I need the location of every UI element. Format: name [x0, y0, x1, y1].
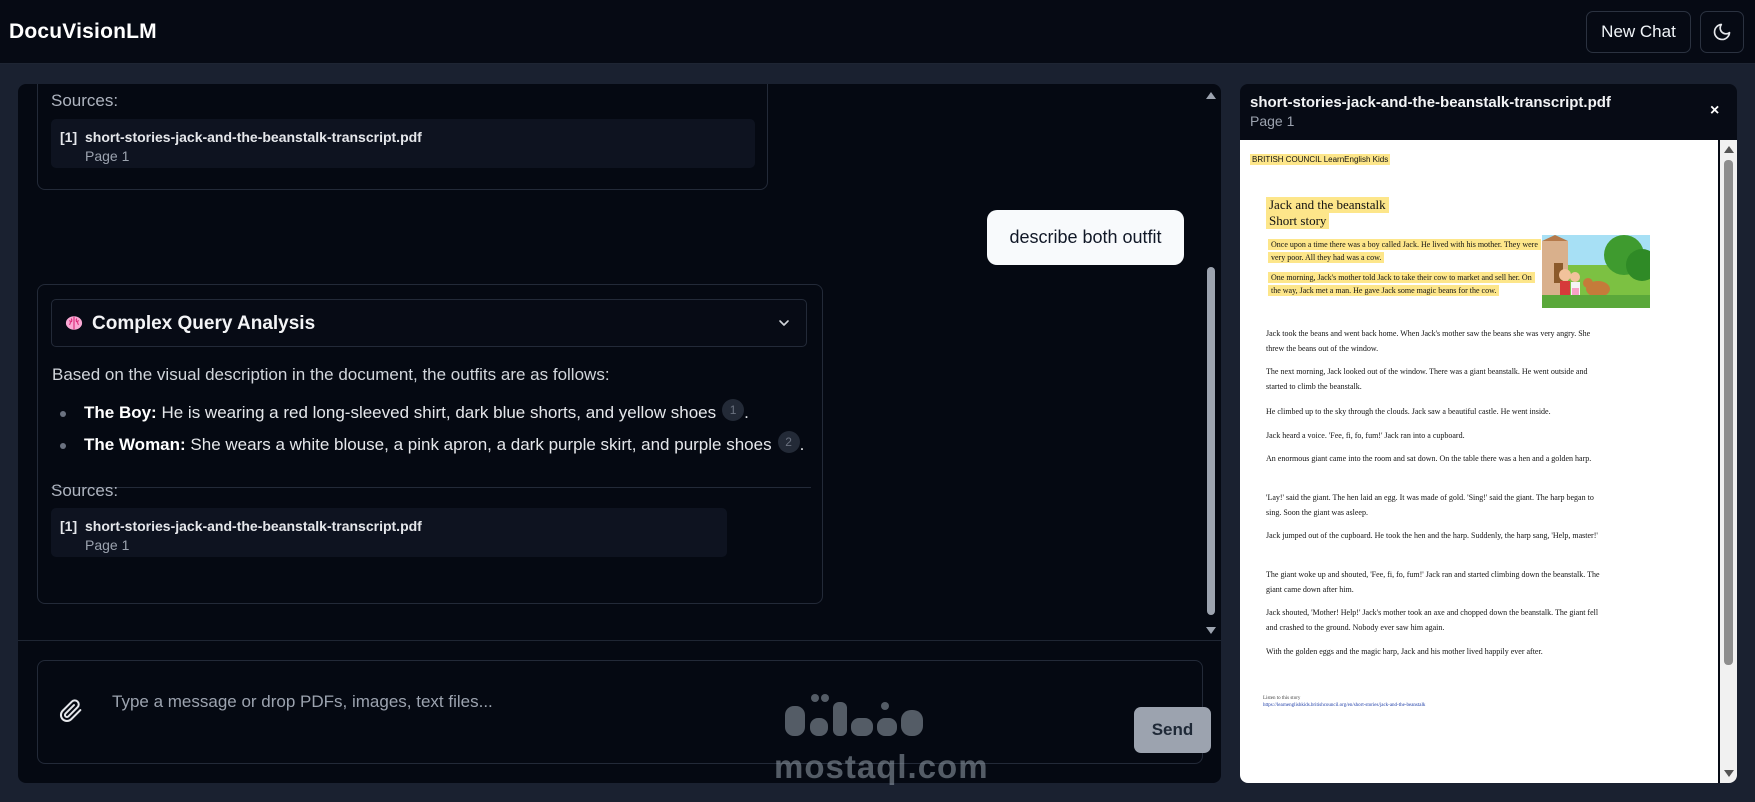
divider [51, 487, 811, 488]
chat-messages: Sources: [1] short-stories-jack-and-the-… [18, 84, 1201, 640]
previous-assistant-card: Sources: [1] short-stories-jack-and-the-… [37, 84, 768, 190]
source-page: Page 1 [85, 148, 130, 164]
query-analysis-title: Complex Query Analysis [92, 313, 316, 334]
pdf-subtitle-line: Short story [1266, 213, 1330, 229]
pdf-paragraph: The giant woke up and shouted, 'Fee, fi,… [1266, 570, 1600, 594]
pdf-paragraph: Jack shouted, 'Mother! Help!' Jack's mot… [1266, 608, 1599, 632]
item-end: . [799, 435, 805, 454]
preview-scrollbar[interactable] [1720, 140, 1737, 783]
pdf-paragraph: 'Lay!' said the giant. The hen laid an e… [1266, 493, 1594, 517]
source-item[interactable]: [1] short-stories-jack-and-the-beanstalk… [51, 508, 727, 557]
preview-file-name: short-stories-jack-and-the-beanstalk-tra… [1250, 94, 1611, 111]
bullet-dot [60, 411, 66, 417]
scroll-up-arrow[interactable] [1206, 92, 1216, 99]
highlight-text: Once upon a time there was a boy called … [1268, 239, 1541, 263]
assistant-response-card: Complex Query Analysis Based on the visu… [37, 284, 823, 604]
app-header: DocuVisionLM New Chat [0, 0, 1755, 64]
item-label: The Woman: [84, 435, 186, 454]
pdf-footer-label: Listen to this story [1263, 696, 1301, 701]
bullet-dot [60, 443, 66, 449]
pdf-paragraph: He climbed up to the sky through the clo… [1266, 407, 1551, 416]
pdf-paragraph: Jack jumped out of the cupboard. He took… [1266, 531, 1598, 540]
pdf-footer: Listen to this story https://learnenglis… [1263, 695, 1425, 709]
citation-badge[interactable]: 2 [777, 431, 800, 453]
item-text: He is wearing a red long-sleeved shirt, … [156, 403, 717, 422]
chat-scrollbar[interactable] [1203, 84, 1219, 640]
citation-badge[interactable]: 1 [722, 399, 745, 421]
pdf-highlighted-paragraph: One morning, Jack's mother told Jack to … [1268, 271, 1538, 297]
response-intro: Based on the visual description in the d… [52, 365, 610, 384]
scroll-down-arrow[interactable] [1724, 770, 1734, 777]
new-chat-button[interactable]: New Chat [1586, 11, 1691, 53]
theme-toggle-button[interactable] [1700, 11, 1744, 53]
scroll-thumb[interactable] [1207, 267, 1215, 615]
pdf-paragraph: Jack took the beans and went back home. … [1266, 329, 1591, 353]
user-message: describe both outfit [987, 210, 1184, 265]
brain-icon [65, 316, 83, 330]
send-button[interactable]: Send [1134, 707, 1211, 753]
source-item[interactable]: [1] short-stories-jack-and-the-beanstalk… [51, 119, 755, 168]
pdf-paragraph: Jack heard a voice. 'Fee, fi, fo, fum!' … [1266, 431, 1465, 440]
document-preview-panel: short-stories-jack-and-the-beanstalk-tra… [1240, 84, 1737, 783]
pdf-title-line: Jack and the beanstalk [1266, 197, 1389, 213]
moon-icon [1713, 23, 1731, 41]
scroll-thumb[interactable] [1724, 160, 1733, 665]
source-number: [1] [60, 518, 78, 534]
pdf-paragraph: An enormous giant came into the room and… [1266, 454, 1592, 463]
item-text: She wears a white blouse, a pink apron, … [185, 435, 772, 454]
highlight-text: One morning, Jack's mother told Jack to … [1268, 272, 1535, 296]
item-label: The Boy: [84, 403, 157, 422]
close-preview-button[interactable]: × [1710, 102, 1719, 120]
scroll-up-arrow[interactable] [1724, 146, 1734, 153]
preview-page-label: Page 1 [1250, 113, 1295, 129]
pdf-paragraph: The next morning, Jack looked out of the… [1266, 367, 1588, 391]
app-title: DocuVisionLM [9, 20, 157, 43]
pdf-title: Jack and the beanstalk Short story [1266, 197, 1389, 229]
outfit-item-woman: The Woman: She wears a white blouse, a p… [84, 431, 804, 455]
chat-panel: Sources: [1] short-stories-jack-and-the-… [18, 84, 1221, 783]
composer-divider [18, 640, 1221, 641]
outfit-item-boy: The Boy: He is wearing a red long-sleeve… [84, 399, 749, 423]
pdf-paragraph: With the golden eggs and the magic harp,… [1266, 647, 1543, 656]
source-file-name: short-stories-jack-and-the-beanstalk-tra… [85, 129, 422, 145]
message-composer: Send [37, 660, 1211, 764]
sources-label: Sources: [51, 91, 119, 110]
pdf-page-view: BRITISH COUNCIL LearnEnglish Kids Jack a… [1240, 140, 1718, 783]
pdf-highlighted-paragraph: Once upon a time there was a boy called … [1268, 238, 1541, 264]
paperclip-icon[interactable] [59, 698, 83, 724]
scroll-down-arrow[interactable] [1206, 627, 1216, 634]
source-file-name: short-stories-jack-and-the-beanstalk-tra… [85, 518, 422, 534]
watermark-text: mostaql.com [774, 748, 989, 785]
query-analysis-toggle[interactable]: Complex Query Analysis [51, 299, 807, 347]
source-page: Page 1 [85, 537, 130, 553]
story-illustration [1542, 235, 1650, 308]
item-end: . [744, 403, 749, 422]
pdf-footer-link[interactable]: https://learnenglishkids.britishcouncil.… [1263, 702, 1425, 709]
pdf-brand-logo: BRITISH COUNCIL LearnEnglish Kids [1250, 154, 1391, 165]
source-number: [1] [60, 129, 78, 145]
chevron-down-icon [779, 320, 789, 326]
sources-label: Sources: [51, 481, 119, 500]
